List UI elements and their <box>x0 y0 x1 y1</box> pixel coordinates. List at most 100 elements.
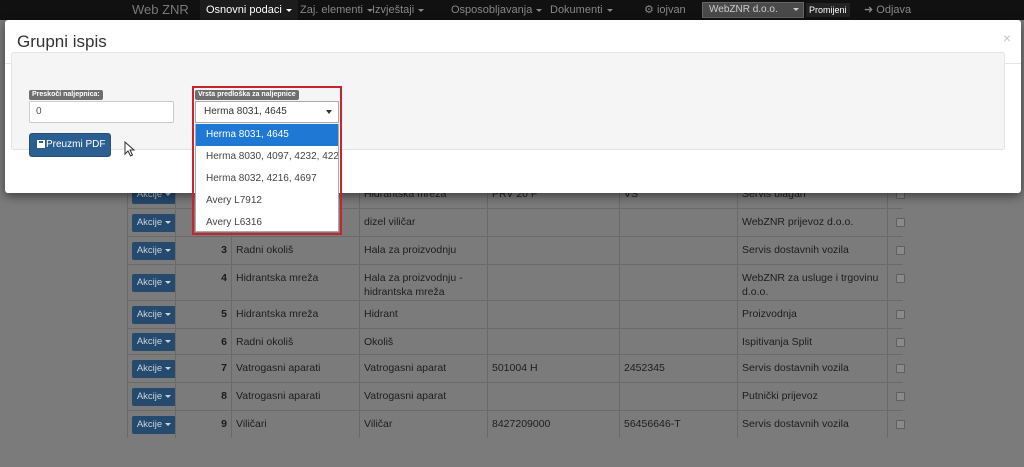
table-cell-c1 <box>487 209 619 236</box>
chevron-down-icon <box>165 339 172 343</box>
table-row: Akcije 4 Hidrantska mreža Hala za proizvodn… <box>127 264 905 300</box>
template-option[interactable]: Herma 8032, 4216, 4697 <box>196 168 338 190</box>
logout-icon: ➜ <box>864 4 874 16</box>
actions-cell: Akcije <box>127 383 176 410</box>
table-cell-num: 9 <box>175 411 231 438</box>
nav-label: Osnovni podaci <box>206 4 282 16</box>
table-cell-c2 <box>619 301 737 328</box>
chevron-down-icon <box>418 8 425 12</box>
nav-label: Zaj. elementi <box>300 4 363 16</box>
company-select[interactable]: WebZNR d.o.o. <box>702 2 804 18</box>
table-cell-c2 <box>619 237 737 264</box>
actions-label: Akcije <box>136 277 163 288</box>
table-row: Akcije 8 Vatrogasni aparati Vatrogasni apar… <box>127 382 905 410</box>
chevron-down-icon <box>165 248 172 252</box>
select-cell <box>887 237 905 264</box>
table-cell-c1 <box>487 237 619 264</box>
actions-label: Akcije <box>136 391 163 402</box>
table-cell-type: Vatrogasni aparati <box>231 355 359 382</box>
chevron-down-icon <box>165 422 172 426</box>
actions-cell: Akcije <box>127 301 176 328</box>
actions-button[interactable]: Akcije <box>132 274 176 292</box>
table-cell-c1: 501004 H <box>487 355 619 382</box>
table-cell-num: 6 <box>175 329 231 354</box>
select-cell <box>887 209 905 236</box>
actions-cell: Akcije <box>127 329 176 354</box>
table-cell-c2 <box>619 209 737 236</box>
chevron-down-icon <box>165 220 172 224</box>
download-pdf-button[interactable]: Preuzmi PDF <box>29 133 111 157</box>
table-row: Akcije 6 Radni okoliš Okoliš Ispitivanja Spl… <box>127 328 905 354</box>
close-icon[interactable]: × <box>1003 30 1011 46</box>
chevron-down-icon <box>326 110 332 114</box>
table-cell-owner: Proizvodnja <box>737 301 887 328</box>
actions-cell: Akcije <box>127 209 176 236</box>
row-checkbox[interactable] <box>896 310 905 319</box>
select-cell <box>887 329 905 354</box>
table-cell-owner: Servis dostavnih vozila <box>737 237 887 264</box>
table-cell-owner: WebZNR prijevoz d.o.o. <box>737 209 887 236</box>
actions-button[interactable]: Akcije <box>132 388 176 406</box>
actions-button[interactable]: Akcije <box>132 242 176 260</box>
actions-cell: Akcije <box>127 411 176 438</box>
chevron-down-icon <box>285 8 292 12</box>
actions-button[interactable]: Akcije <box>132 416 176 434</box>
actions-button[interactable]: Akcije <box>132 306 176 324</box>
table-cell-type: Hidrantska mreža <box>231 301 359 328</box>
actions-button[interactable]: Akcije <box>132 360 176 378</box>
nav-osnovni-podaci[interactable]: Osnovni podaci <box>200 0 298 20</box>
actions-label: Akcije <box>136 245 163 256</box>
actions-button[interactable]: Akcije <box>132 333 176 351</box>
table-row: Akcije 7 Vatrogasni aparati Vatrogasni apar… <box>127 354 905 382</box>
brand-logo[interactable]: Web ZNR <box>132 0 189 20</box>
nav-user[interactable]: ⚙ iojvan <box>644 0 686 20</box>
row-checkbox[interactable] <box>896 338 905 347</box>
table-row: Akcije 3 Radni okoliš Hala za proizvodnju Se… <box>127 236 905 264</box>
row-checkbox[interactable] <box>896 218 905 227</box>
change-company-button[interactable]: Promijeni <box>806 3 850 17</box>
table-cell-c2: 56456646-T <box>619 411 737 438</box>
table-cell-c2 <box>619 265 737 300</box>
table-cell-name: Okoliš <box>359 329 487 354</box>
template-option[interactable]: Avery L6316 <box>196 212 338 231</box>
nav-izvjestaji[interactable]: Izvještaji <box>372 0 425 20</box>
row-checkbox[interactable] <box>896 274 905 283</box>
row-checkbox[interactable] <box>896 246 905 255</box>
template-type-select[interactable]: Herma 8031, 4645 <box>195 101 339 123</box>
select-cell <box>887 355 905 382</box>
row-checkbox[interactable] <box>896 364 905 373</box>
select-cell <box>887 383 905 410</box>
nav-osposobljavanja[interactable]: Osposobljavanja <box>451 0 543 20</box>
row-checkbox[interactable] <box>896 420 905 429</box>
table-row: Akcije 9 Viličari Viličar 8427209000 56456646… <box>127 410 905 438</box>
table-cell-type: Viličari <box>231 411 359 438</box>
skip-labels-input[interactable]: 0 <box>29 101 174 123</box>
table-cell-name: Hidrant <box>359 301 487 328</box>
chevron-down-icon <box>536 8 543 12</box>
table-cell-name: Vatrogasni aparat <box>359 355 487 382</box>
actions-label: Akcije <box>136 336 163 347</box>
template-option[interactable]: Herma 8030, 4097, 4232, 4221 <box>196 146 338 168</box>
table-cell-c1 <box>487 329 619 354</box>
nav-dokumenti[interactable]: Dokumenti <box>550 0 613 20</box>
table-cell-owner: Servis dostavnih vozila <box>737 355 887 382</box>
download-pdf-label: Preuzmi PDF <box>46 139 106 150</box>
table-cell-owner: Servis dostavnih vozila <box>737 411 887 438</box>
table-cell-owner: Ispitivanja Split <box>737 329 887 354</box>
table-cell-c2 <box>619 329 737 354</box>
actions-label: Akcije <box>136 419 163 430</box>
table-cell-c1 <box>487 383 619 410</box>
template-option[interactable]: Avery L7912 <box>196 190 338 212</box>
chevron-down-icon <box>165 366 172 370</box>
table-cell-c2: 2452345 <box>619 355 737 382</box>
logout-link[interactable]: ➜ Odjava <box>864 0 911 20</box>
actions-button[interactable]: Akcije <box>132 214 176 232</box>
chevron-down-icon <box>606 8 613 12</box>
template-option[interactable]: Herma 8031, 4645 <box>196 124 338 146</box>
table-cell-name: Viličar <box>359 411 487 438</box>
nav-zaj-elementi[interactable]: Zaj. elementi <box>300 0 373 20</box>
chevron-down-icon <box>165 394 172 398</box>
row-checkbox[interactable] <box>896 392 905 401</box>
logout-label: Odjava <box>876 4 912 16</box>
chevron-down-icon <box>165 280 172 284</box>
